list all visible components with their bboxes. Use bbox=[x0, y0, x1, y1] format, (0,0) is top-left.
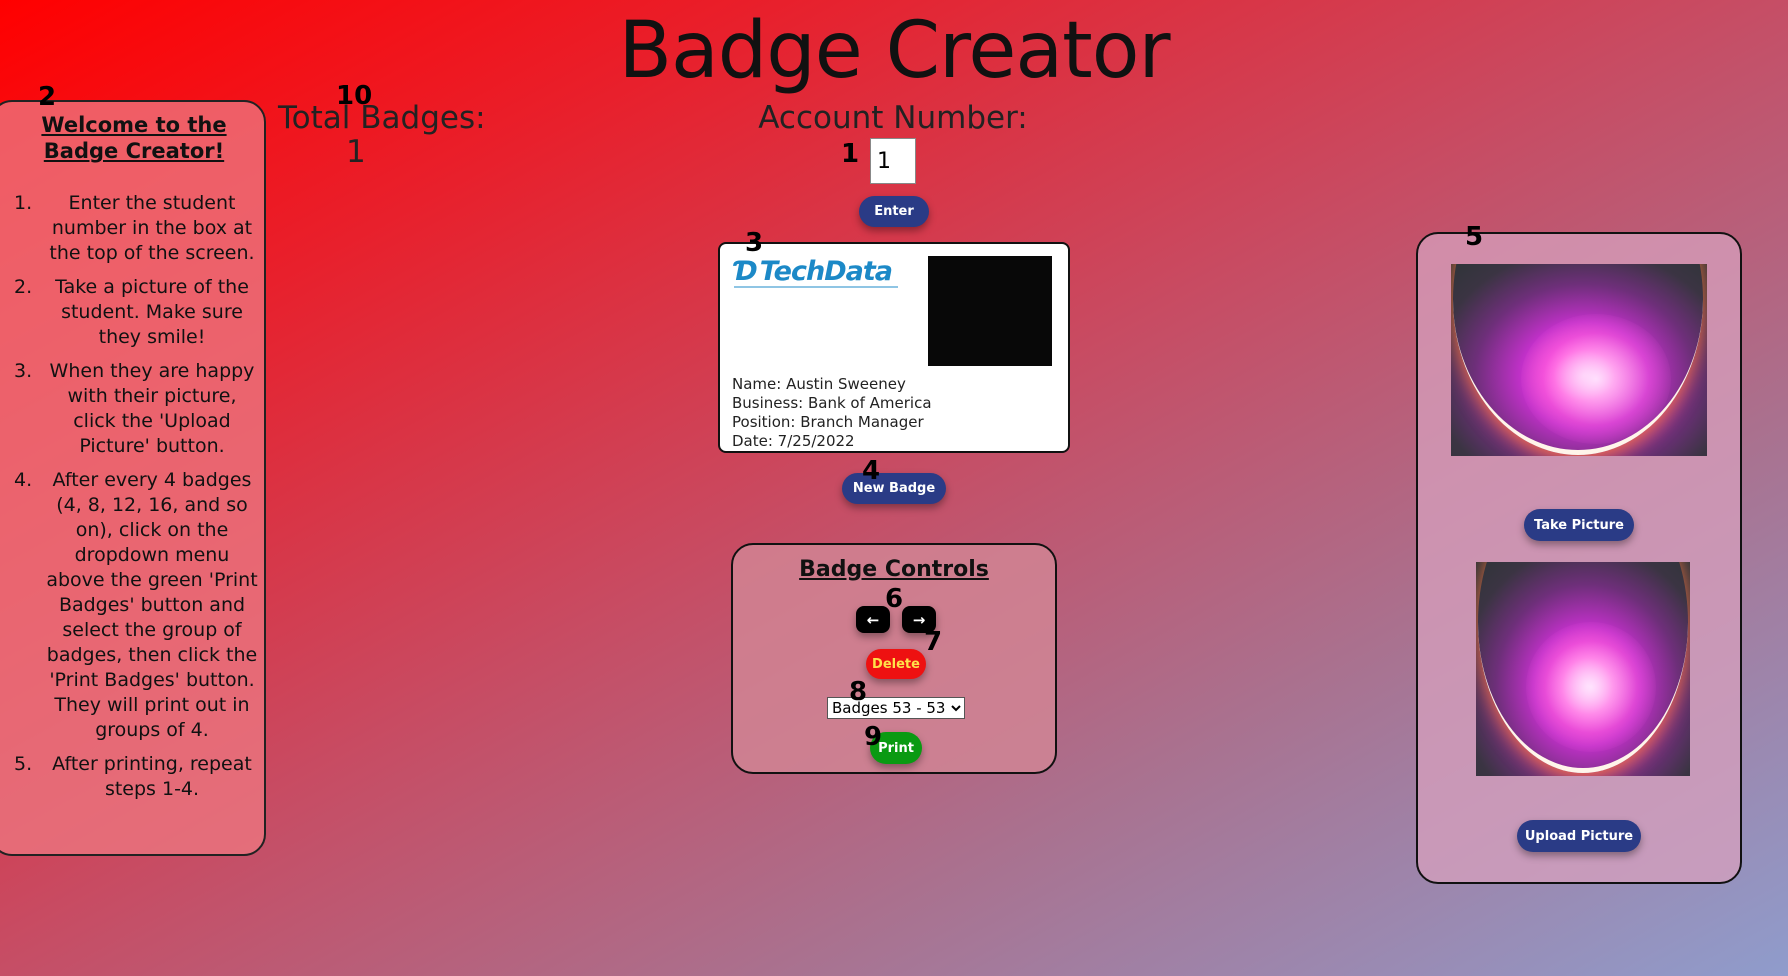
instructions-heading: Welcome to the Badge Creator! bbox=[41, 113, 227, 164]
badge-preview: Ɗ TechData Name: Austin Sweeney Business:… bbox=[718, 242, 1070, 453]
total-badges-value: 1 bbox=[346, 134, 366, 170]
marker-4: 4 bbox=[862, 456, 881, 486]
badge-info: Name: Austin Sweeney Business: Bank of A… bbox=[732, 375, 932, 451]
step-text: Take a picture of the student. Make sure… bbox=[55, 275, 249, 348]
marker-10: 10 bbox=[336, 81, 373, 111]
enter-button[interactable]: Enter bbox=[859, 196, 929, 227]
marker-8: 8 bbox=[849, 677, 868, 707]
step-text: When they are happy with their picture, … bbox=[49, 359, 255, 457]
instruction-step: 2. Take a picture of the student. Make s… bbox=[10, 275, 258, 350]
live-camera-view bbox=[1451, 264, 1707, 456]
marker-5: 5 bbox=[1465, 222, 1484, 252]
instructions-panel: Welcome to the Badge Creator! 1. Enter t… bbox=[0, 100, 266, 856]
badge-controls-panel: Badge Controls ← → Delete Badges 53 - 53… bbox=[731, 543, 1057, 774]
badge-position: Position: Branch Manager bbox=[732, 413, 924, 431]
step-number: 2. bbox=[14, 275, 33, 298]
instruction-step: 4. After every 4 badges (4, 8, 12, 16, a… bbox=[10, 468, 258, 743]
step-number: 3. bbox=[14, 359, 33, 382]
marker-3: 3 bbox=[745, 228, 764, 258]
take-picture-button[interactable]: Take Picture bbox=[1524, 509, 1634, 541]
camera-panel: Take Picture Upload Picture bbox=[1416, 232, 1742, 884]
page-title: Badge Creator bbox=[618, 6, 1170, 96]
step-number: 4. bbox=[14, 468, 33, 491]
badge-date: Date: 7/25/2022 bbox=[732, 432, 855, 450]
delete-button[interactable]: Delete bbox=[866, 649, 926, 679]
badge-business: Business: Bank of America bbox=[732, 394, 932, 412]
preview-arc bbox=[1478, 562, 1688, 773]
badge-name: Name: Austin Sweeney bbox=[732, 375, 906, 393]
camera-arc bbox=[1453, 264, 1703, 455]
marker-1: 1 bbox=[841, 139, 860, 169]
captured-picture-preview bbox=[1476, 562, 1690, 776]
marker-2: 2 bbox=[38, 82, 57, 112]
techdata-logo-mark-icon: Ɗ bbox=[734, 256, 758, 287]
step-text: Enter the student number in the box at t… bbox=[49, 191, 255, 264]
account-number-input[interactable] bbox=[870, 138, 916, 184]
badge-group-select[interactable]: Badges 53 - 53 bbox=[827, 697, 965, 719]
step-text: After every 4 badges (4, 8, 12, 16, and … bbox=[46, 468, 258, 741]
marker-9: 9 bbox=[864, 722, 883, 752]
instruction-step: 1. Enter the student number in the box a… bbox=[10, 191, 258, 266]
instruction-step: 3. When they are happy with their pictur… bbox=[10, 359, 258, 459]
step-text: After printing, repeat steps 1-4. bbox=[52, 752, 252, 800]
new-badge-button[interactable]: New Badge bbox=[842, 473, 946, 504]
badge-controls-title: Badge Controls bbox=[799, 557, 989, 582]
techdata-logo-text: TechData bbox=[759, 256, 893, 287]
marker-6: 6 bbox=[885, 584, 904, 614]
upload-picture-button[interactable]: Upload Picture bbox=[1517, 820, 1641, 852]
badge-photo bbox=[928, 256, 1052, 366]
account-number-label: Account Number: bbox=[758, 100, 1028, 136]
step-number: 1. bbox=[14, 191, 33, 214]
instruction-step: 5. After printing, repeat steps 1-4. bbox=[10, 752, 258, 802]
instructions-list: 1. Enter the student number in the box a… bbox=[10, 191, 258, 802]
techdata-logo: Ɗ TechData bbox=[734, 256, 898, 289]
step-number: 5. bbox=[14, 752, 33, 775]
total-badges-label: Total Badges: bbox=[278, 100, 486, 136]
marker-7: 7 bbox=[924, 627, 943, 657]
